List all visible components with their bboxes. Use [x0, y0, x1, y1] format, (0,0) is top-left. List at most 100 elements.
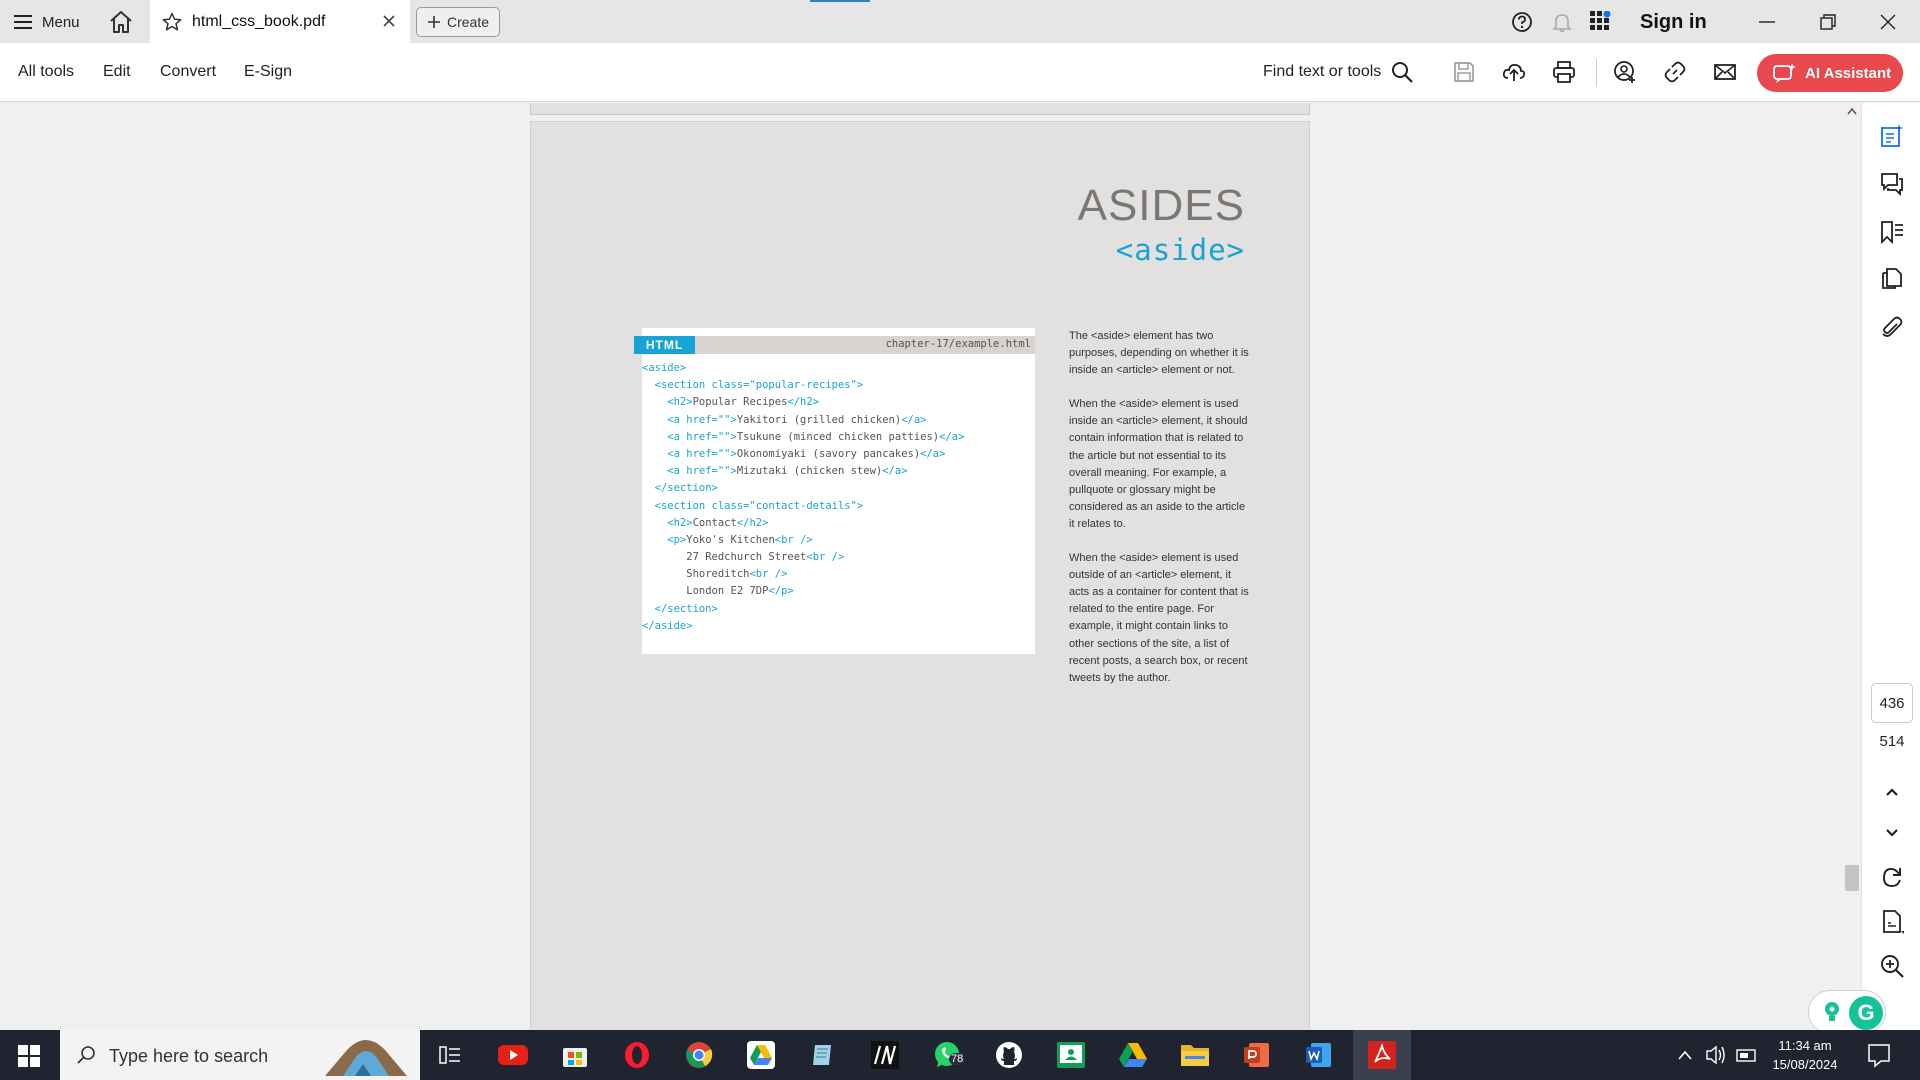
home-button[interactable] — [108, 10, 138, 34]
taskbar-file-explorer[interactable] — [1179, 1039, 1211, 1071]
taskbar-powerpoint[interactable] — [1241, 1039, 1273, 1071]
paragraph: When the <aside> element is used outside… — [1069, 552, 1249, 684]
help-icon[interactable] — [1511, 11, 1533, 33]
pages-icon[interactable] — [1879, 267, 1905, 293]
menu-e-sign[interactable]: E-Sign — [244, 63, 292, 81]
github-icon — [996, 1042, 1022, 1068]
rotate-icon[interactable] — [1879, 865, 1905, 891]
page-heading-title: ASIDES — [1077, 181, 1245, 230]
edit-sparkle-icon[interactable] — [1879, 123, 1905, 149]
code-tag-token: <a href=""> — [642, 465, 737, 478]
upload-cloud-icon[interactable] — [1502, 60, 1526, 84]
zoom-in-icon[interactable] — [1879, 953, 1905, 979]
code-language-tag: HTML — [634, 336, 695, 354]
code-tag-token: </h2> — [787, 396, 820, 409]
taskbar-classroom[interactable] — [1055, 1039, 1087, 1071]
chevron-up-icon[interactable] — [1676, 1030, 1694, 1080]
comments-icon[interactable] — [1879, 171, 1905, 197]
close-window-icon[interactable] — [1878, 12, 1898, 32]
taskbar-search[interactable]: Type here to search — [60, 1030, 420, 1080]
code-text-token: 27 Redchurch Street — [642, 551, 807, 564]
ai-assistant-label: AI Assistant — [1805, 64, 1892, 82]
ai-assistant-button[interactable]: AI Assistant — [1757, 54, 1903, 92]
code-tag-token: </a> — [920, 447, 946, 460]
code-tag-token: <a href=""> — [642, 430, 737, 443]
code-tag-token: <section class="popular-recipes"> — [642, 379, 864, 392]
restore-icon[interactable] — [1818, 12, 1838, 32]
code-line: <h2>Popular Recipes</h2> — [642, 394, 1035, 411]
code-line: <a href="">Okonomiyaki (savory pancakes)… — [642, 446, 1035, 463]
current-page-field[interactable]: 436 — [1871, 683, 1913, 723]
code-example: HTML chapter-17/example.html <aside> <se… — [634, 328, 1035, 654]
star-icon[interactable] — [162, 12, 182, 32]
link-icon[interactable] — [1663, 60, 1687, 84]
code-tag-token: <br /> — [749, 568, 788, 581]
find-text-label[interactable]: Find text or tools — [1263, 63, 1381, 81]
search-icon[interactable] — [1390, 60, 1414, 84]
task-view-button[interactable] — [434, 1039, 466, 1071]
code-line: <a href="">Yakitori (grilled chicken)</a… — [642, 412, 1035, 429]
attachment-icon[interactable] — [1879, 315, 1905, 341]
grammarly-widget[interactable]: G — [1808, 990, 1886, 1034]
menu-button[interactable]: Menu — [14, 10, 80, 34]
taskbar-minitab[interactable] — [869, 1039, 901, 1071]
windows-start-icon[interactable] — [18, 1045, 40, 1067]
code-tag-token: </a> — [939, 430, 965, 443]
bell-icon[interactable] — [1551, 11, 1573, 33]
volume-icon[interactable] — [1704, 1030, 1728, 1080]
network-icon[interactable] — [1735, 1030, 1757, 1080]
scrollbar-thumb[interactable] — [1845, 865, 1859, 891]
document-viewport[interactable]: ASIDES <aside> HTML chapter-17/example.h… — [0, 103, 1843, 1030]
page-fit-icon[interactable] — [1879, 909, 1905, 935]
youtube-icon — [498, 1045, 528, 1065]
code-listing: <aside> <section class="popular-recipes"… — [642, 360, 1035, 635]
code-text-token: Popular Recipes — [692, 396, 788, 409]
code-tag-token: <section class="contact-details"> — [642, 499, 864, 512]
taskbar-acrobat[interactable] — [1353, 1030, 1411, 1080]
create-button[interactable]: Create — [416, 7, 500, 37]
share-user-icon[interactable] — [1613, 60, 1637, 84]
code-line: <a href="">Mizutaki (chicken stew)</a> — [642, 463, 1035, 480]
windows-taskbar: Type here to search 78 11:34 am 15/08/20… — [0, 1030, 1920, 1080]
save-icon[interactable] — [1452, 60, 1476, 84]
chevron-down-icon[interactable] — [1879, 820, 1905, 846]
code-tag-token: <aside> — [642, 362, 687, 374]
taskbar-chrome[interactable] — [683, 1039, 715, 1071]
code-tag-token: </h2> — [736, 516, 769, 529]
menu-edit[interactable]: Edit — [103, 63, 131, 81]
taskbar-notepad[interactable] — [807, 1039, 839, 1071]
code-line: </section> — [642, 601, 1035, 618]
search-highlight-image — [325, 1040, 407, 1076]
menu-convert[interactable]: Convert — [160, 63, 216, 81]
chevron-up-icon[interactable] — [1879, 779, 1905, 805]
print-icon[interactable] — [1552, 60, 1576, 84]
code-line: <h2>Contact</h2> — [642, 515, 1035, 532]
taskbar-github[interactable] — [993, 1039, 1025, 1071]
menu-all-tools[interactable]: All tools — [18, 63, 74, 81]
taskbar-drive-app[interactable] — [745, 1039, 777, 1071]
system-clock[interactable]: 11:34 am 15/08/2024 — [1760, 1036, 1850, 1074]
powerpoint-icon — [1244, 1043, 1269, 1067]
google-drive-app-icon — [747, 1041, 775, 1069]
minimize-icon[interactable] — [1757, 12, 1777, 32]
taskbar-word[interactable] — [1303, 1039, 1335, 1071]
code-text-token: Mizutaki (chicken stew) — [736, 465, 883, 478]
bookmark-list-icon[interactable] — [1879, 219, 1905, 245]
word-icon — [1306, 1043, 1331, 1067]
apps-grid-icon[interactable] — [1590, 11, 1614, 33]
mail-icon[interactable] — [1713, 60, 1737, 84]
total-pages: 514 — [1879, 733, 1905, 750]
notification-icon[interactable] — [1866, 1030, 1892, 1080]
taskbar-store[interactable] — [559, 1039, 591, 1071]
grammarly-icon: G — [1849, 996, 1883, 1030]
taskbar-google-drive[interactable] — [1117, 1039, 1149, 1071]
scroll-up-icon[interactable] — [1847, 107, 1857, 115]
document-tab[interactable]: html_css_book.pdf — [150, 0, 410, 43]
sign-in-link[interactable]: Sign in — [1640, 11, 1707, 34]
taskbar-youtube[interactable] — [497, 1039, 529, 1071]
vertical-scrollbar[interactable] — [1843, 103, 1861, 1030]
taskbar-whatsapp[interactable]: 78 — [931, 1039, 966, 1071]
loading-indicator — [810, 0, 870, 2]
taskbar-opera[interactable] — [621, 1039, 653, 1071]
close-tab-icon[interactable] — [380, 12, 398, 30]
